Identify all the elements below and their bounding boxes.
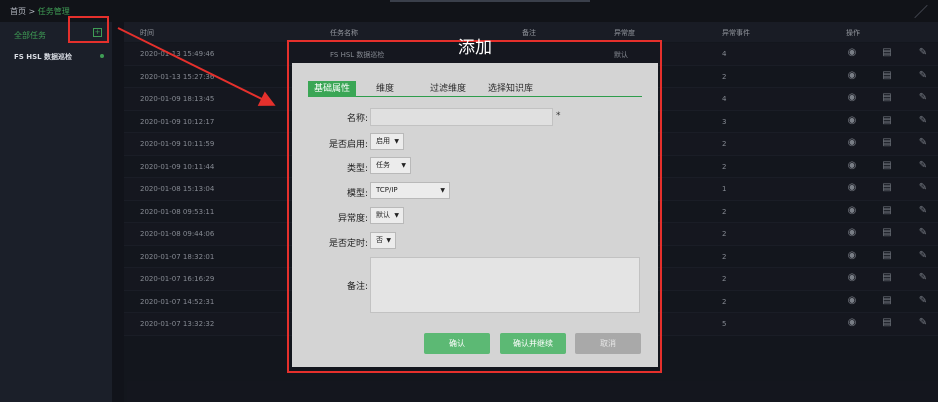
annotation-arrow-icon [117, 27, 276, 106]
